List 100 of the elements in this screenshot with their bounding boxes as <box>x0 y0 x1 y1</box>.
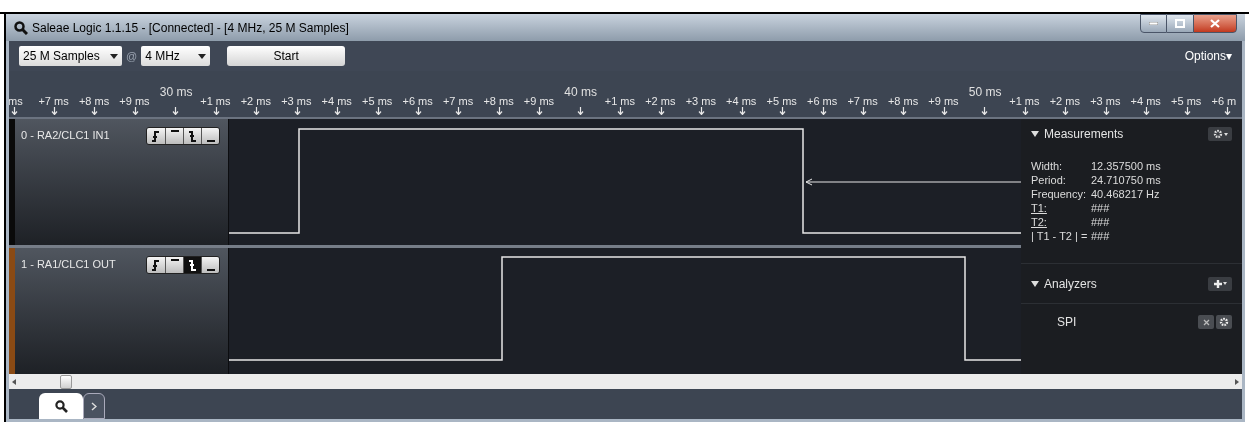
settings-icon <box>1212 129 1223 139</box>
measurement-value: ### <box>1091 229 1110 243</box>
tick-arrow-icon <box>1021 107 1029 115</box>
tick-arrow-icon <box>940 107 948 115</box>
tick-label: +6 ms <box>807 96 838 106</box>
minimize-button[interactable] <box>1140 14 1167 33</box>
time-label: 40 ms <box>564 84 597 101</box>
tab[interactable] <box>39 393 83 419</box>
tick-label: +2 ms <box>1049 96 1080 106</box>
tick-arrow-icon <box>455 107 463 115</box>
caret-icon <box>198 53 207 59</box>
search-icon <box>14 20 28 35</box>
tick-label: +3 ms <box>685 96 716 106</box>
tick-arrow-icon <box>698 107 706 115</box>
trigger-button[interactable] <box>147 128 165 144</box>
measurement-label: Period: <box>1031 173 1067 187</box>
tick-label: +7 ms <box>442 96 474 106</box>
remove-button[interactable] <box>1198 315 1214 329</box>
trigger-button[interactable] <box>201 128 219 144</box>
trigger-button-group[interactable] <box>146 127 220 145</box>
tick-arrow-icon <box>50 107 58 115</box>
tick-label: +1 ms <box>200 96 231 106</box>
samples-dropdown[interactable]: 25 M Samples <box>19 46 122 66</box>
trigger-button[interactable] <box>183 257 201 273</box>
tick-label: +5 ms <box>1171 96 1202 106</box>
caret-icon <box>1223 132 1228 136</box>
tick-label: +7 ms <box>38 96 69 106</box>
close-icon <box>1202 318 1210 326</box>
tick-arrow-icon <box>1102 107 1110 115</box>
rate-dropdown[interactable]: 4 MHz <box>141 46 211 66</box>
tick-label: +9 ms <box>523 96 555 106</box>
section-title: Analyzers <box>1044 275 1097 293</box>
collapse-icon[interactable] <box>1031 280 1039 287</box>
cursor-link[interactable]: T2: <box>1031 215 1091 229</box>
tick-label: +9 ms <box>928 96 959 106</box>
settings-button[interactable] <box>1216 315 1232 329</box>
trigger-button[interactable] <box>165 257 183 273</box>
tick-label: +6 m <box>1211 96 1237 106</box>
tick-label: +1 ms <box>1009 96 1040 106</box>
measurement-value: ### <box>1091 201 1110 215</box>
tick-arrow-icon <box>334 107 342 115</box>
trigger-button-group[interactable] <box>146 256 220 274</box>
tick-arrow-icon <box>10 107 18 115</box>
tick-label: +4 ms <box>726 96 757 106</box>
caret-icon <box>110 53 118 59</box>
settings-button[interactable] <box>1208 127 1232 141</box>
tick-label: +9 ms <box>119 96 150 106</box>
trigger-button[interactable] <box>165 128 183 144</box>
add-button[interactable] <box>1208 276 1232 291</box>
tick-arrow-icon <box>172 107 180 115</box>
tick-label: +5 ms <box>766 96 797 106</box>
channel-name: 0 - RA2/CLC1 IN1 <box>21 128 110 143</box>
trigger-button[interactable] <box>183 128 201 144</box>
scroll-right-icon[interactable] <box>1235 378 1239 385</box>
tick-arrow-icon <box>779 107 787 115</box>
options-button[interactable]: Options▾ <box>1184 47 1232 65</box>
tick-label: +2 ms <box>645 96 676 106</box>
window-title: Saleae Logic 1.1.15 - [Connected] - [4 MHz, 25 M Samples] <box>32 19 349 37</box>
tick-label: +6 ms <box>402 96 433 106</box>
collapse-icon[interactable] <box>1031 131 1039 137</box>
tick-arrow-icon <box>415 107 422 115</box>
measurement-value: ### <box>1091 215 1110 229</box>
section-title: Measurements <box>1044 126 1124 143</box>
close-icon <box>1210 19 1220 28</box>
tick-arrow-icon <box>212 107 220 115</box>
plus-icon <box>1213 279 1222 288</box>
tick-arrow-icon <box>91 107 99 115</box>
measurement-value: 40.468217 Hz <box>1091 187 1160 201</box>
at-label: @ <box>126 48 138 64</box>
analyzer-name: SPI <box>1057 314 1077 331</box>
tick-arrow-icon <box>495 107 503 115</box>
tick-arrow-icon <box>293 107 301 115</box>
tick-label: +4 ms <box>1130 96 1161 106</box>
tick-label: +7 ms <box>847 96 878 106</box>
caret-icon <box>1222 282 1227 285</box>
tick-arrow-icon <box>859 107 867 115</box>
time-label: 50 ms <box>968 84 1002 101</box>
trigger-button[interactable] <box>201 257 219 273</box>
maximize-button[interactable] <box>1167 14 1193 33</box>
tick-label: +8 ms <box>483 96 514 106</box>
tick-arrow-icon <box>819 107 827 115</box>
tick-arrow-icon <box>576 107 584 115</box>
tick-label: +3 ms <box>281 96 312 106</box>
close-button[interactable] <box>1193 14 1237 33</box>
tick-arrow-icon <box>374 107 382 115</box>
measurement-label: Frequency: <box>1031 187 1088 201</box>
tick-arrow-icon <box>617 107 625 115</box>
cursor-link[interactable]: T1: <box>1031 201 1091 215</box>
time-label: 30 ms <box>159 84 193 101</box>
tick-arrow-icon <box>253 107 261 115</box>
scroll-left-icon[interactable] <box>12 378 16 385</box>
tick-label: +3 ms <box>1090 96 1121 106</box>
start-button[interactable]: Start <box>227 46 346 66</box>
trigger-button[interactable] <box>147 257 165 273</box>
measurement-value: 12.357500 ms <box>1091 159 1161 173</box>
tick-arrow-icon <box>900 107 908 115</box>
tick-arrow-icon <box>1224 107 1231 115</box>
scrollbar-thumb[interactable] <box>60 374 72 389</box>
chevron-right-icon <box>91 401 97 411</box>
tick-arrow-icon <box>738 107 746 115</box>
